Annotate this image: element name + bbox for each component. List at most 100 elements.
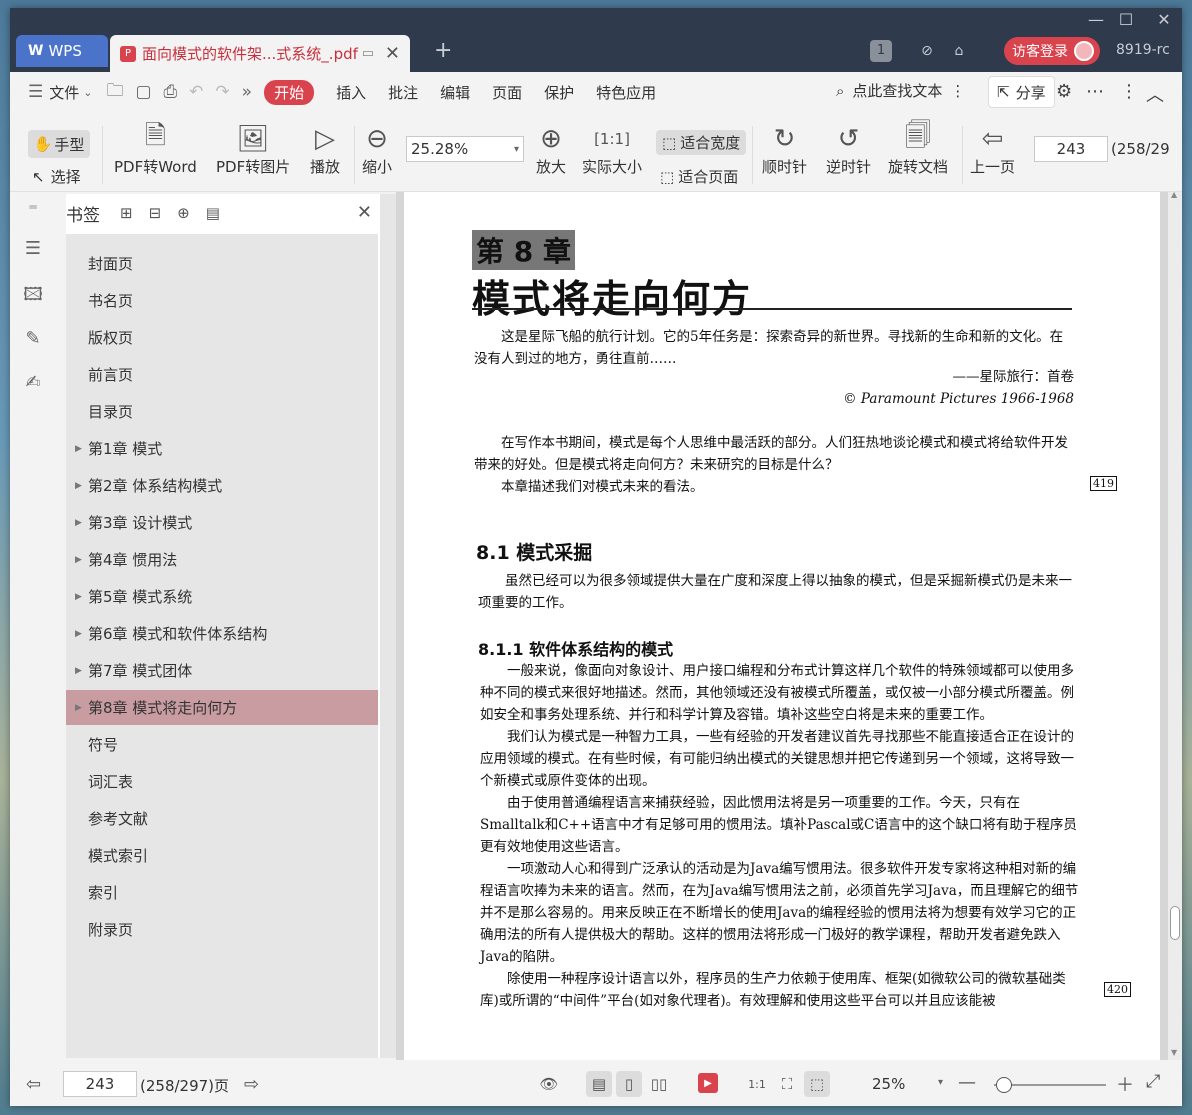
chevron-down-icon[interactable]: ⌄	[83, 86, 92, 99]
bookmark-item[interactable]: 模式索引	[66, 838, 378, 873]
outline-icon[interactable]: ☰	[22, 238, 44, 260]
zoom-slider[interactable]	[994, 1077, 1106, 1093]
find-text-button[interactable]: ⌕ 点此查找文本 ⋮	[836, 80, 965, 101]
two-page-icon[interactable]: ▯▯	[646, 1071, 672, 1097]
zoom-slider-knob[interactable]	[996, 1077, 1012, 1093]
comment-icon[interactable]: ⋯	[1086, 81, 1104, 102]
bookmark-item[interactable]: ▶ 第8章 模式将走向何方	[66, 690, 378, 725]
collapse-all-icon[interactable]: ⊟	[149, 204, 162, 222]
kebab-icon[interactable]: ⋮	[950, 82, 965, 100]
rotate-counterclockwise-button[interactable]: ↺ 逆时针	[826, 122, 871, 177]
share-button[interactable]: ⇱ 分享	[988, 76, 1055, 108]
scroll-up-icon[interactable]: ▲	[1171, 190, 1177, 199]
bookmark-item[interactable]: 词汇表	[66, 764, 378, 799]
pdf-to-word-button[interactable]: 🗎 PDF转Word	[114, 121, 197, 177]
fit-width-button[interactable]: ⬚ 适合宽度	[656, 130, 747, 155]
continuous-view-icon[interactable]: ▤	[586, 1071, 612, 1097]
bookmark-item[interactable]: 前言页	[66, 357, 378, 392]
bookmark-item[interactable]: 参考文献	[66, 801, 378, 836]
bookmark-item[interactable]: 目录页	[66, 394, 378, 429]
bookmark-scrollbar[interactable]	[380, 194, 396, 1058]
status-zoom-value[interactable]: 25%	[872, 1075, 905, 1093]
menu-start[interactable]: 开始	[264, 79, 315, 105]
save-icon[interactable]: ▢	[135, 82, 151, 102]
signature-icon[interactable]: ✍	[22, 372, 44, 394]
play-button[interactable]: ▷ 播放	[310, 122, 340, 177]
bookmark-item[interactable]: ▶ 第1章 模式	[66, 431, 378, 466]
bookmark-item[interactable]: ▶ 第4章 惯用法	[66, 542, 378, 577]
guest-login-button[interactable]: 访客登录	[1004, 37, 1100, 65]
menu-edit[interactable]: 编辑	[440, 82, 470, 103]
zoom-select[interactable]: 25.28% ▾	[406, 136, 524, 162]
window-count-badge[interactable]: 1	[870, 40, 892, 62]
close-window-icon[interactable]: ✕	[1152, 10, 1176, 29]
tab-wps-home[interactable]: W WPS	[16, 35, 108, 67]
print-icon[interactable]: ⎙	[164, 82, 178, 102]
fullscreen-icon[interactable]: ⤢	[1146, 1071, 1160, 1092]
pdf-to-image-button[interactable]: 🖼 PDF转图片	[216, 122, 290, 177]
actual-size-button[interactable]: [1:1] 实际大小	[582, 122, 642, 177]
scrollbar-thumb[interactable]	[1170, 906, 1180, 940]
menu-insert[interactable]: 插入	[336, 82, 366, 103]
redo-icon[interactable]: ↷	[215, 82, 229, 102]
document-scrollbar[interactable]: ▲ ▼	[1168, 190, 1182, 1060]
bookmark-item[interactable]: 符号	[66, 727, 378, 762]
screen-icon[interactable]: ▭	[362, 46, 374, 61]
minimize-icon[interactable]: —	[1084, 10, 1108, 29]
document-view[interactable]: 第 8 章 模式将走向何方 这是星际飞船的航行计划。它的5年任务是：探索奇异的新…	[396, 192, 1168, 1060]
status-page-input[interactable]: 243	[63, 1071, 137, 1097]
drag-handle-icon[interactable]: ═	[22, 200, 44, 222]
page-number-input[interactable]: 243	[1034, 136, 1108, 162]
rotate-document-button[interactable]: 🗐 旋转文档	[888, 121, 948, 177]
expand-arrow-icon[interactable]: ▶	[75, 629, 82, 639]
cloud-icon[interactable]: ⊘	[916, 40, 938, 62]
bookmark-item[interactable]: ▶ 第5章 模式系统	[66, 579, 378, 614]
bookmark-item[interactable]: ▶ 第6章 模式和软件体系结构	[66, 616, 378, 651]
more-icon[interactable]: »	[242, 82, 252, 102]
fit-page-button[interactable]: ⬚ 适合页面	[660, 166, 738, 187]
play-icon[interactable]: ▶	[698, 1073, 718, 1093]
expand-arrow-icon[interactable]: ▶	[75, 481, 82, 491]
zoom-in-button[interactable]: ⊕ 放大	[536, 122, 566, 177]
expand-arrow-icon[interactable]: ▶	[75, 444, 82, 454]
new-tab-button[interactable]: +	[434, 38, 452, 63]
menu-annotate[interactable]: 批注	[388, 82, 418, 103]
skin-icon[interactable]: ⌂	[948, 40, 970, 62]
expand-arrow-icon[interactable]: ▶	[75, 666, 82, 676]
zoom-out-button[interactable]: ⊖ 缩小	[362, 122, 392, 177]
menu-page[interactable]: 页面	[492, 82, 522, 103]
close-tab-icon[interactable]: ✕	[385, 43, 400, 64]
single-page-icon[interactable]: ▯	[616, 1071, 642, 1097]
tab-document[interactable]: P 面向模式的软件架...式系统_.pdf ▭ ✕	[110, 35, 410, 72]
settings-icon[interactable]: ⚙	[1056, 81, 1072, 102]
expand-arrow-icon[interactable]: ▶	[75, 555, 82, 565]
menu-features[interactable]: 特色应用	[596, 82, 656, 103]
next-page-icon[interactable]: ⇨	[244, 1074, 259, 1095]
more-options-icon[interactable]: ⋮	[1120, 81, 1138, 102]
fit-width-icon[interactable]: ⬚	[804, 1071, 830, 1097]
maximize-icon[interactable]: ☐	[1114, 10, 1138, 29]
rotate-clockwise-button[interactable]: ↻ 顺时针	[762, 122, 807, 177]
bookmark-options-icon[interactable]: ▤	[206, 204, 220, 222]
bookmark-item[interactable]: ▶ 第7章 模式团体	[66, 653, 378, 688]
bookmark-item[interactable]: ▶ 第2章 体系结构模式	[66, 468, 378, 503]
hand-tool-button[interactable]: ✋ 手型	[28, 130, 90, 158]
hamburger-icon[interactable]: ☰	[28, 82, 43, 102]
bookmark-item[interactable]: 版权页	[66, 320, 378, 355]
bookmark-item[interactable]: 封面页	[66, 246, 378, 281]
bookmark-item[interactable]: ▶ 第3章 设计模式	[66, 505, 378, 540]
eye-protection-icon[interactable]: 👁	[536, 1071, 562, 1097]
add-bookmark-icon[interactable]: ⊕	[177, 204, 190, 222]
annotation-icon[interactable]: ✎	[22, 328, 44, 350]
chevron-down-icon[interactable]: ▾	[938, 1077, 943, 1088]
actual-size-icon[interactable]: 1:1	[744, 1071, 770, 1097]
bookmark-item[interactable]: 索引	[66, 875, 378, 910]
prev-page-icon[interactable]: ⇦	[26, 1074, 41, 1095]
scroll-down-icon[interactable]: ▼	[1171, 1048, 1177, 1057]
undo-icon[interactable]: ↶	[189, 82, 203, 102]
expand-arrow-icon[interactable]: ▶	[75, 592, 82, 602]
zoom-out-minus-icon[interactable]: —	[958, 1072, 976, 1093]
fit-page-icon[interactable]: ⛶	[774, 1071, 800, 1097]
collapse-ribbon-icon[interactable]: ︿	[1146, 81, 1164, 107]
open-folder-icon[interactable]: 🗀	[106, 78, 123, 107]
